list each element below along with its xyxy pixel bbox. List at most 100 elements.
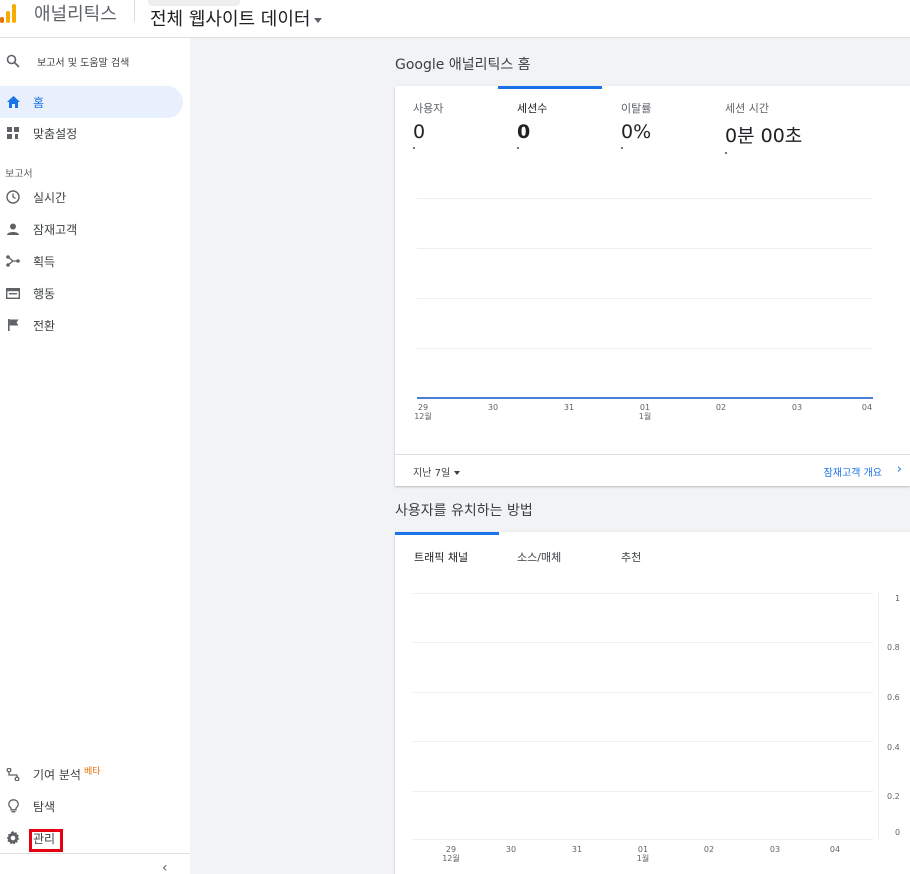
x-tick: 03 xyxy=(769,845,781,854)
sidebar-item-discover[interactable]: 탐색 xyxy=(0,790,183,822)
gridline xyxy=(417,248,872,249)
clock-icon xyxy=(5,189,21,205)
sidebar-item-label: 잠재고객 xyxy=(33,222,78,237)
sidebar-item-acquisition[interactable]: 획득 xyxy=(0,245,183,277)
attribution-icon xyxy=(5,766,21,782)
metric-label: 사용자 xyxy=(413,102,444,115)
metric-label: 이탈률 xyxy=(621,102,652,115)
metric-value: 0% xyxy=(621,121,652,143)
metric-change xyxy=(621,147,623,149)
tab-referrals[interactable]: 추천 xyxy=(621,549,641,565)
acquisition-icon xyxy=(5,253,21,269)
sessions-line xyxy=(417,397,873,399)
gridline xyxy=(413,791,873,792)
analytics-logo-icon[interactable] xyxy=(0,3,20,23)
sidebar-item-home[interactable]: 홈 xyxy=(0,86,183,118)
audience-overview-link[interactable]: 잠재고객 개요 xyxy=(824,464,882,479)
metric-change xyxy=(725,152,727,154)
chevron-right-icon[interactable]: › xyxy=(897,462,902,477)
attribution-label: 기여 분석 xyxy=(33,767,81,782)
x-tick: 29 12월 xyxy=(414,403,432,421)
sidebar-item-behavior[interactable]: 행동 xyxy=(0,277,183,309)
card-footer: 지난 7일 잠재고객 개요 › xyxy=(395,454,910,486)
sidebar-item-customization[interactable]: 맞춤설정 xyxy=(0,117,183,149)
top-bar: 애널리틱스 전체 웹사이트 데이터 xyxy=(0,0,910,38)
x-tick: 30 xyxy=(487,403,499,412)
gear-icon xyxy=(5,830,21,846)
date-range-dropdown[interactable]: 지난 7일 xyxy=(413,464,461,479)
x-tick: 29 12월 xyxy=(442,845,460,863)
sidebar-item-label: 획득 xyxy=(33,254,56,269)
y-tick: 0.8 xyxy=(887,643,900,652)
gridline xyxy=(417,198,872,199)
sidebar-item-label: 행동 xyxy=(33,286,56,301)
flag-icon xyxy=(5,317,21,333)
sidebar-item-attribution[interactable]: 기여 분석 베타 xyxy=(0,758,183,790)
x-tick: 02 xyxy=(715,403,727,412)
metric-users[interactable]: 사용자 0 xyxy=(413,100,443,149)
sidebar-item-label: 탐색 xyxy=(33,799,56,814)
gridline xyxy=(413,741,873,742)
x-tick: 04 xyxy=(829,845,841,854)
view-name: 전체 웹사이트 데이터 xyxy=(150,9,311,30)
tab-source-medium[interactable]: 소스/매체 xyxy=(517,549,561,565)
tab-traffic-channel[interactable]: 트래픽 채널 xyxy=(414,549,468,565)
sidebar-item-label: 기여 분석 베타 xyxy=(33,766,101,783)
x-tick: 04 xyxy=(861,403,873,412)
y-tick: 0.2 xyxy=(887,792,900,801)
collapse-sidebar-icon[interactable]: ‹ xyxy=(162,860,168,874)
reports-section-label: 보고서 xyxy=(5,169,33,180)
x-tick: 01 1월 xyxy=(638,403,652,421)
gridline xyxy=(413,692,873,693)
sidebar-item-admin[interactable]: 관리 xyxy=(0,822,183,854)
metric-value: 0 xyxy=(413,121,426,143)
sidebar-item-conversions[interactable]: 전환 xyxy=(0,309,183,341)
metric-value: 0 xyxy=(517,121,531,143)
divider xyxy=(0,853,190,854)
selected-metric-indicator xyxy=(498,86,602,89)
x-tick: 31 xyxy=(563,403,575,412)
y-tick: 0.6 xyxy=(887,693,900,702)
view-selector[interactable]: 전체 웹사이트 데이터 xyxy=(150,5,323,31)
y-tick: 0 xyxy=(895,828,901,837)
caret-down-icon xyxy=(454,471,461,475)
x-tick: 30 xyxy=(505,845,517,854)
x-tick: 02 xyxy=(703,845,715,854)
gridline xyxy=(413,642,873,643)
sidebar-search[interactable]: 보고서 및 도움말 검색 xyxy=(0,45,183,77)
sidebar-item-label: 전환 xyxy=(33,318,56,333)
main-content: Google 애널리틱스 홈 사용자 0 세션수 0 이탈률 0% 세션 시간 … xyxy=(190,38,910,874)
search-icon xyxy=(5,53,21,69)
metric-bounce-rate[interactable]: 이탈률 0% xyxy=(621,100,651,149)
admin-highlight-box xyxy=(29,829,63,852)
gridline xyxy=(413,839,873,840)
metric-change xyxy=(413,147,415,149)
metric-session-duration[interactable]: 세션 시간 0분 00초 xyxy=(725,100,802,154)
date-range-label: 지난 7일 xyxy=(413,468,451,479)
person-icon xyxy=(5,221,21,237)
beta-badge: 베타 xyxy=(83,766,101,777)
y-axis xyxy=(878,592,879,840)
metric-label: 세션수 xyxy=(517,102,548,115)
home-section-title: Google 애널리틱스 홈 xyxy=(395,57,531,73)
caret-down-icon xyxy=(314,17,323,23)
metric-value: 0분 00초 xyxy=(725,125,803,147)
x-tick: 31 xyxy=(571,845,583,854)
y-tick: 1 xyxy=(895,594,901,603)
sidebar-item-realtime[interactable]: 실시간 xyxy=(0,181,183,213)
metric-sessions[interactable]: 세션수 0 xyxy=(517,100,547,149)
acquisition-card: 트래픽 채널 소스/매체 추천 1 0.8 0.6 0.4 0.2 0 29 12… xyxy=(395,532,910,874)
behavior-icon xyxy=(5,285,21,301)
divider xyxy=(134,0,135,22)
home-icon xyxy=(5,94,21,110)
sidebar-item-label: 맞춤설정 xyxy=(33,126,78,141)
gridline xyxy=(417,348,872,349)
lightbulb-icon xyxy=(5,798,21,814)
x-tick: 03 xyxy=(791,403,803,412)
app-name: 애널리틱스 xyxy=(34,4,117,25)
gridline xyxy=(413,593,873,594)
metric-change xyxy=(517,147,519,149)
sidebar-item-audience[interactable]: 잠재고객 xyxy=(0,213,183,245)
gridline xyxy=(417,298,872,299)
x-tick: 01 1월 xyxy=(636,845,650,863)
